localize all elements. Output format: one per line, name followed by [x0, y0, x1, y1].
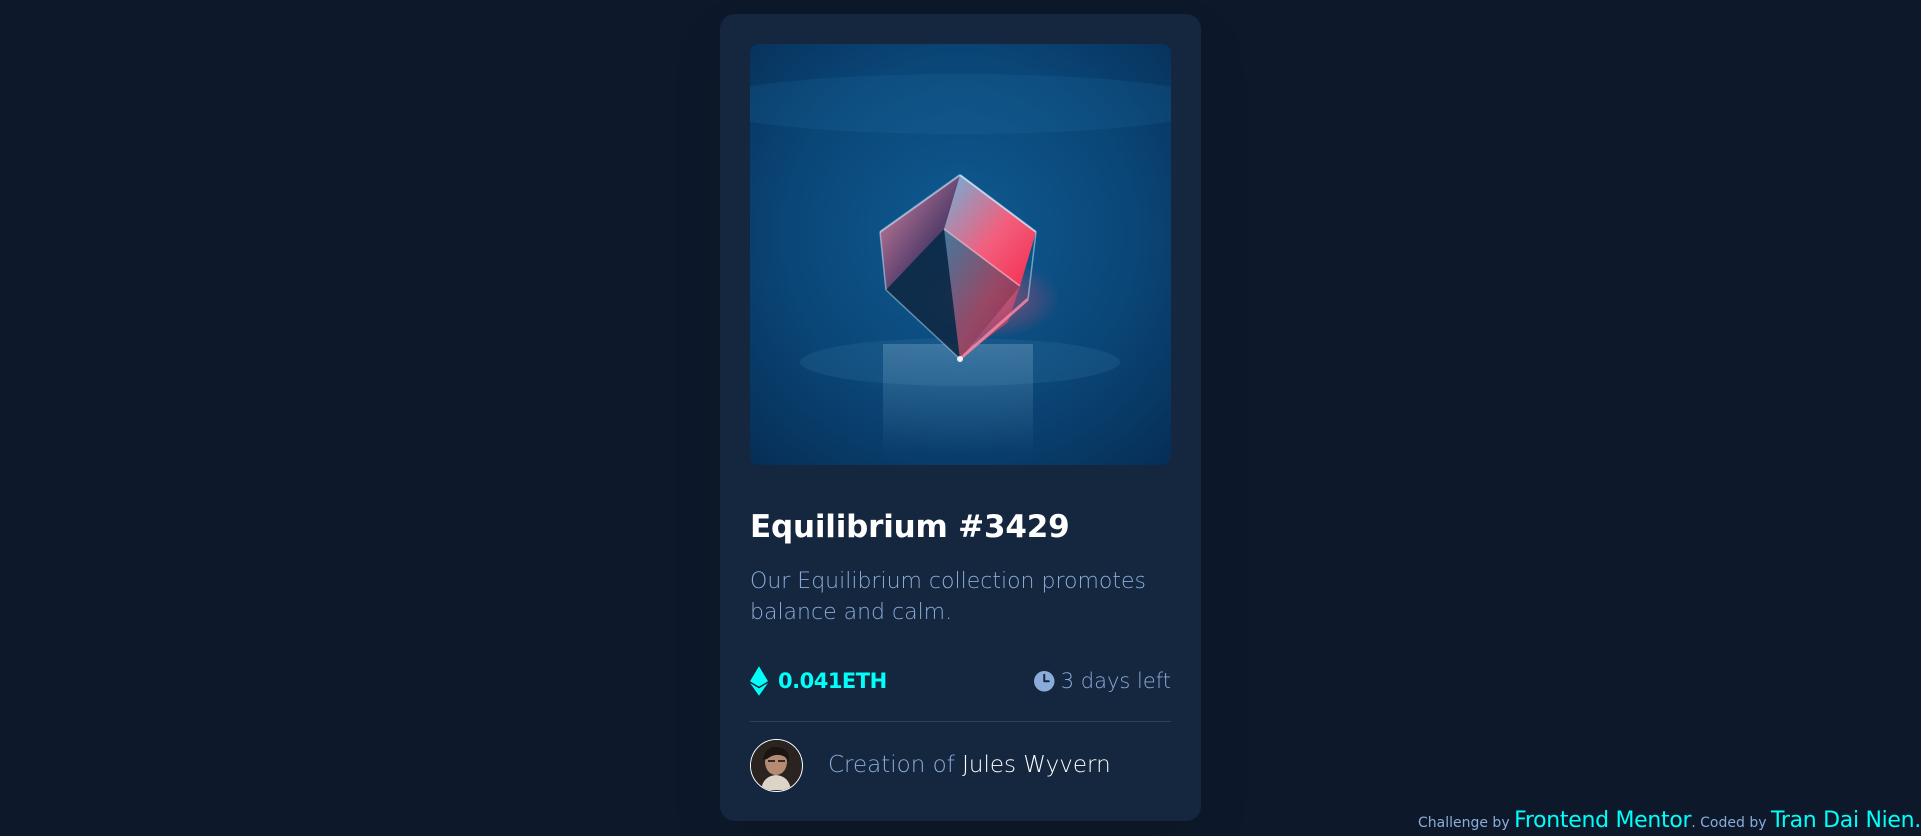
creator-avatar-image [751, 739, 801, 790]
time-left: 3 days left [1060, 669, 1171, 693]
ethereum-icon [750, 666, 768, 696]
price-value: 0.041ETH [778, 669, 887, 693]
avatar [750, 738, 803, 792]
attribution-challenge-prefix: Challenge by [1417, 815, 1510, 831]
time-group: 3 days left [1033, 664, 1171, 698]
nft-title[interactable]: Equilibrium #3429 [750, 493, 1070, 561]
nft-image[interactable] [750, 44, 1171, 465]
author-link[interactable]: Tran Dai Nien [1771, 808, 1915, 833]
creator-credit: Creation of Jules Wyvern [828, 752, 1111, 778]
creator-name-link[interactable]: Jules Wyvern [962, 752, 1111, 778]
nft-card: Equilibrium #3429 Our Equilibrium collec… [720, 14, 1201, 821]
creator-row: Creation of Jules Wyvern [750, 730, 1111, 800]
nft-description: Our Equilibrium collection promotes bala… [750, 569, 1146, 625]
divider [750, 721, 1171, 722]
clock-icon [1033, 670, 1055, 692]
page: Equilibrium #3429 Our Equilibrium collec… [0, 0, 1921, 836]
attribution-separator: . Coded by [1691, 815, 1767, 831]
equilibrium-cube-image [750, 44, 1171, 465]
attribution: Challenge by Frontend Mentor . Coded by … [1418, 808, 1921, 836]
attribution-end: . [1914, 808, 1921, 833]
nft-stats: 0.041ETH 3 days left [750, 664, 1171, 698]
creator-prefix: Creation of [828, 752, 955, 778]
frontend-mentor-link[interactable]: Frontend Mentor [1514, 808, 1691, 833]
price-group: 0.041ETH [750, 664, 887, 698]
